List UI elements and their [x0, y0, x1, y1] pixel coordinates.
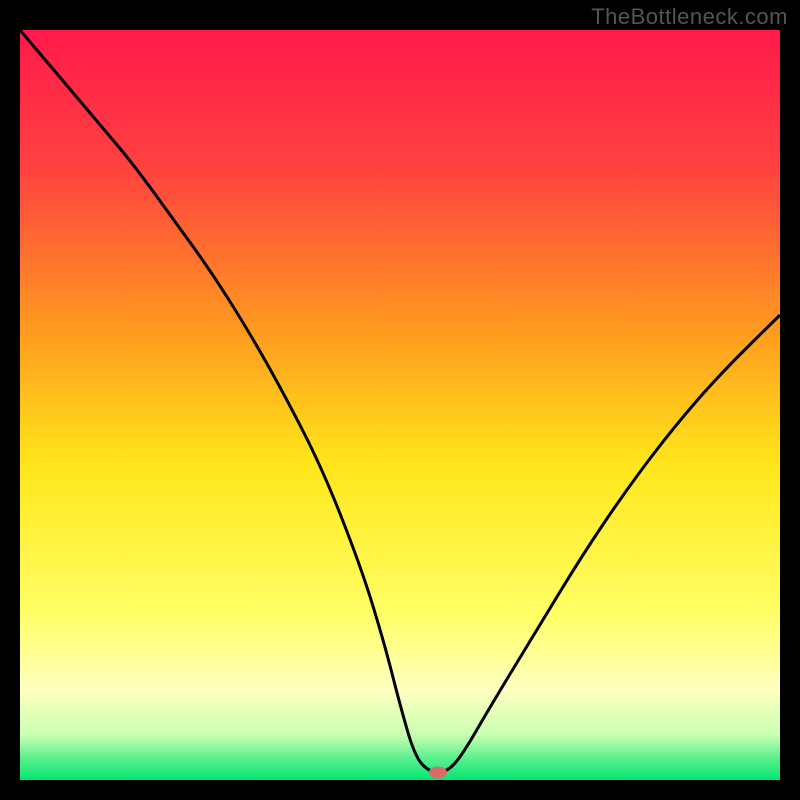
chart-frame: TheBottleneck.com [0, 0, 800, 800]
bottleneck-chart [20, 30, 780, 780]
watermark-text: TheBottleneck.com [591, 4, 788, 30]
plot-area [20, 30, 780, 780]
optimal-point-marker [429, 767, 447, 779]
gradient-background [20, 30, 780, 780]
